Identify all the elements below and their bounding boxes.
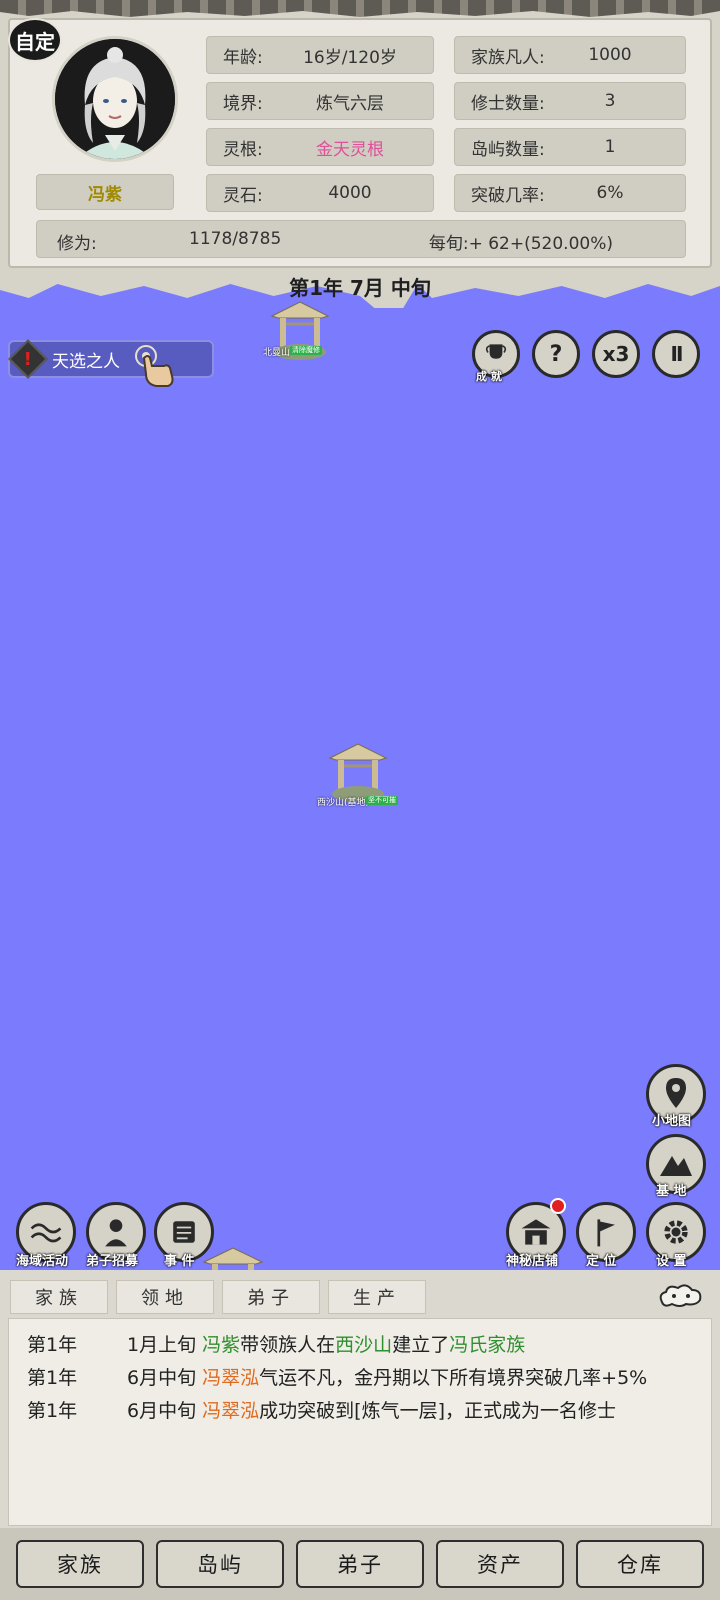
nav-warehouse-button[interactable]: 仓库 — [576, 1540, 704, 1588]
achievement-label: 成 就 — [476, 370, 502, 383]
stat-commoners-value: 1000 — [588, 45, 632, 65]
cultivation-label: 修为: — [57, 234, 97, 254]
game-date: 第1年 7月 中旬 — [289, 276, 431, 300]
tab-territory[interactable]: 领地 — [116, 1280, 214, 1314]
stat-root: 灵根: 金天灵根 — [206, 128, 434, 166]
trophy-icon — [485, 344, 507, 359]
gate-top-tag: 清除魔修 — [290, 346, 322, 355]
flag-icon — [597, 1219, 615, 1247]
quest-label: 天选之人 — [52, 351, 120, 372]
stat-realm: 境界: 炼气六层 — [206, 82, 434, 120]
scroll-icon — [173, 1221, 195, 1243]
waves-icon — [30, 1223, 62, 1243]
log-text: 成功突破到[炼气一层]，正式成为一名修士 — [259, 1400, 616, 1422]
stat-breakthrough: 突破几率: 6% — [454, 174, 686, 212]
cultivation-bar: 修为: 1178/8785 每旬:+ 62+(520.00%) — [36, 220, 686, 258]
settings-label: 设 置 — [656, 1254, 687, 1269]
disciple-icon — [105, 1219, 127, 1247]
alert-icon: ! — [8, 339, 48, 379]
gate-center-tag: 坚不可摧 — [366, 796, 398, 805]
log-text: 带领族人在 — [240, 1334, 336, 1356]
quest-tag[interactable]: ! 天选之人 — [8, 339, 214, 379]
stat-age-value: 16岁/120岁 — [303, 47, 397, 68]
stat-spirit-stone-value: 4000 — [328, 183, 372, 203]
gear-icon — [664, 1220, 688, 1244]
tab-clan[interactable]: 家族 — [10, 1280, 108, 1314]
log-year: 第1年 — [27, 1367, 78, 1389]
shop-icon — [521, 1219, 551, 1245]
log-clan: 冯氏家族 — [449, 1334, 526, 1356]
map-pin-icon — [666, 1078, 686, 1108]
help-button[interactable]: ? — [532, 330, 580, 378]
event-log[interactable]: 第1年 1月上旬 冯紫带领族人在西沙山建立了冯氏家族 第1年 6月中旬 冯翠泓气… — [8, 1318, 712, 1526]
pointing-hand-icon — [135, 345, 174, 387]
log-period: 6月中旬 — [127, 1400, 197, 1422]
stat-islands-value: 1 — [604, 137, 616, 157]
notification-dot — [550, 1198, 566, 1214]
mountain-icon — [660, 1156, 692, 1176]
stat-breakthrough-value: 6% — [596, 183, 624, 203]
tab-production[interactable]: 生产 — [328, 1280, 426, 1314]
avatar[interactable] — [52, 36, 178, 162]
gate-center-name: 西沙山(基地) — [317, 798, 370, 808]
log-period: 1月上旬 — [127, 1334, 197, 1356]
log-text: 建立了 — [392, 1334, 450, 1356]
minimap-label: 小地图 — [652, 1114, 692, 1129]
log-tabs: 家族 领地 弟子 生产 — [10, 1280, 426, 1314]
custom-badge[interactable]: 自定 — [8, 18, 62, 62]
log-place: 西沙山 — [335, 1334, 393, 1356]
stat-cultivators: 修士数量: 3 — [454, 82, 686, 120]
nav-disciples-button[interactable]: 弟子 — [296, 1540, 424, 1588]
gate-top-name: 北曼山 — [263, 348, 291, 358]
log-text: 气运不凡，金丹期以下所有境界突破几率+5% — [259, 1367, 648, 1389]
log-year: 第1年 — [27, 1400, 78, 1422]
stat-cultivators-value: 3 — [604, 91, 616, 111]
avatar-portrait-icon — [55, 39, 175, 159]
events-label: 事 件 — [164, 1254, 195, 1269]
character-name: 冯紫 — [36, 174, 174, 210]
shop-label: 神秘店铺 — [506, 1254, 559, 1269]
panel-border — [0, 0, 720, 17]
log-entry: 第1年 1月上旬 冯紫带领族人在西沙山建立了冯氏家族 — [9, 1329, 711, 1362]
log-entry: 第1年 6月中旬 冯翠泓气运不凡，金丹期以下所有境界突破几率+5% — [9, 1362, 711, 1395]
log-entry: 第1年 6月中旬 冯翠泓成功突破到[炼气一层]，正式成为一名修士 — [9, 1395, 711, 1428]
sea-event-label: 海域活动 — [16, 1254, 69, 1269]
base-label: 基 地 — [656, 1184, 687, 1199]
nav-clan-button[interactable]: 家族 — [16, 1540, 144, 1588]
stat-islands: 岛屿数量: 1 — [454, 128, 686, 166]
nav-islands-button[interactable]: 岛屿 — [156, 1540, 284, 1588]
cultivation-per-period: 每旬:+ 62+(520.00%) — [428, 234, 613, 254]
locate-label: 定 位 — [586, 1254, 617, 1269]
tab-disciples[interactable]: 弟子 — [222, 1280, 320, 1314]
cloud-icon[interactable] — [656, 1280, 706, 1310]
log-period: 6月中旬 — [127, 1367, 197, 1389]
stat-spirit-stone: 灵石: 4000 — [206, 174, 434, 212]
cultivation-value: 1178/8785 — [189, 229, 282, 249]
log-person: 冯翠泓 — [202, 1367, 260, 1389]
pause-button[interactable]: II — [652, 330, 700, 378]
log-person: 冯紫 — [202, 1334, 241, 1356]
recruit-label: 弟子招募 — [86, 1254, 139, 1269]
log-person: 冯翠泓 — [202, 1400, 260, 1422]
stat-realm-value: 炼气六层 — [316, 93, 384, 114]
stat-root-value: 金天灵根 — [316, 139, 384, 160]
nav-assets-button[interactable]: 资产 — [436, 1540, 564, 1588]
stat-commoners: 家族凡人: 1000 — [454, 36, 686, 74]
log-year: 第1年 — [27, 1334, 78, 1356]
stat-age: 年龄: 16岁/120岁 — [206, 36, 434, 74]
speed-button[interactable]: x3 — [592, 330, 640, 378]
